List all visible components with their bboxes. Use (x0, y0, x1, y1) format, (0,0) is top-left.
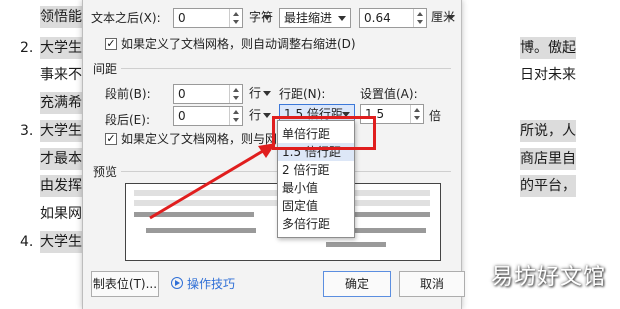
annotation-arrow-icon (149, 143, 276, 220)
